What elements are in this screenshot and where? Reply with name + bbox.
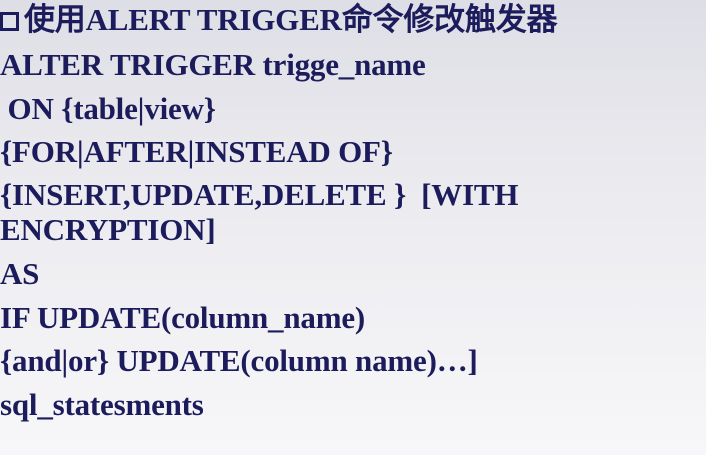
code-line-encryption: ENCRYPTION] (0, 212, 216, 247)
code-line-as: AS (0, 256, 40, 291)
code-line-insert-update-delete: {INSERT,UPDATE,DELETE } [WITH (0, 177, 519, 212)
code-line-sql-statements: sql_statesments (0, 387, 204, 422)
code-line-and-or-update: {and|or} UPDATE(column name)…] (0, 343, 478, 378)
hollow-square-bullet-icon (0, 11, 19, 31)
code-line-alter-trigger: ALTER TRIGGER trigge_name (0, 47, 426, 82)
code-line-on-table-view: ON {table|view} (0, 91, 216, 126)
slide: 使用ALERT TRIGGER命令修改触发器 ALTER TRIGGER tri… (0, 0, 706, 455)
code-line-for-after-instead: {FOR|AFTER|INSTEAD OF} (0, 134, 393, 169)
code-line-if-update: IF UPDATE(column_name) (0, 300, 365, 335)
slide-heading-text: 使用ALERT TRIGGER命令修改触发器 (24, 2, 558, 37)
slide-heading: 使用ALERT TRIGGER命令修改触发器 (0, 2, 558, 37)
